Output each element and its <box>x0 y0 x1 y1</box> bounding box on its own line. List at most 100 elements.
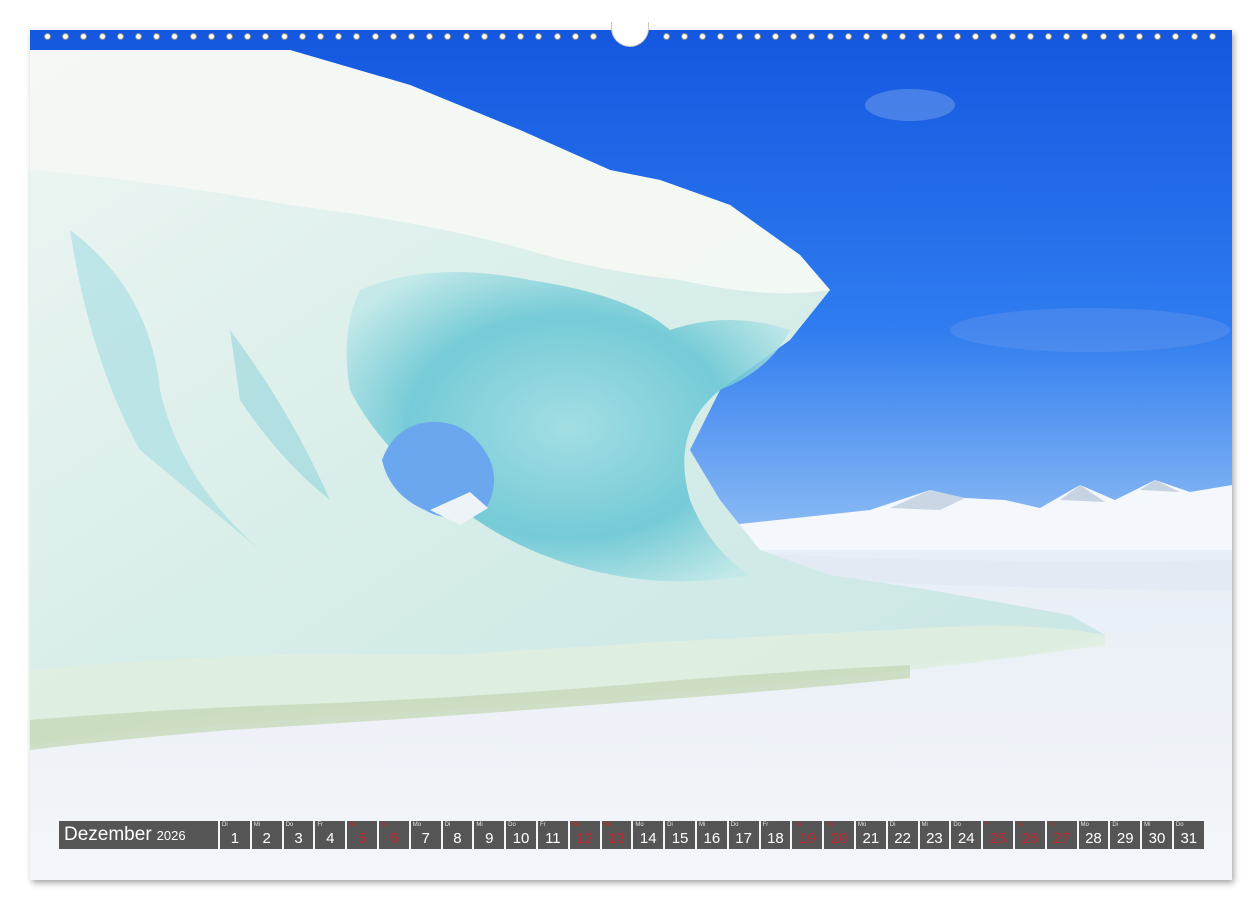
binding-hole <box>881 33 889 40</box>
weekday-label: Do <box>730 822 739 828</box>
binding-hole <box>480 33 488 40</box>
binding-hole <box>135 33 142 40</box>
day-number: 7 <box>421 830 430 847</box>
binding-hole <box>1063 33 1071 40</box>
day-cell: Fr 18 <box>760 821 791 849</box>
day-number: 13 <box>608 830 625 847</box>
day-number: 11 <box>545 830 561 847</box>
day-number: 18 <box>767 830 784 847</box>
day-cell: Mi 2 <box>251 821 282 849</box>
day-number: 10 <box>512 830 530 847</box>
binding-hole <box>1190 33 1198 40</box>
day-number: 26 <box>1021 830 1039 847</box>
day-cell: Do 31 <box>1173 821 1204 849</box>
weekday-label: So <box>603 822 611 828</box>
weekday-label: Mi <box>476 822 483 828</box>
binding-hole <box>444 33 452 40</box>
binding-hole <box>1172 33 1180 40</box>
weekday-label: Di <box>667 822 673 828</box>
day-number: 14 <box>639 830 657 847</box>
binding-hole <box>499 33 506 40</box>
binding-hole <box>590 33 597 40</box>
day-number: 3 <box>294 830 303 847</box>
weekday-label: Sa <box>794 822 802 828</box>
binding-hole <box>116 33 124 40</box>
weekday-label: Mi <box>698 822 706 828</box>
day-cell: Mi 23 <box>919 821 950 849</box>
binding-hole <box>153 33 161 40</box>
binding-hole <box>553 33 561 40</box>
day-cell: Sa 5 <box>347 821 377 849</box>
day-number: 8 <box>453 830 462 847</box>
weekday-label: Di <box>444 822 451 828</box>
binding-hole <box>1081 33 1089 40</box>
weekday-label: Mo <box>857 822 867 828</box>
day-cell: Mo 7 <box>410 821 441 849</box>
day-number: 15 <box>671 830 689 847</box>
month-name: Dezember <box>64 824 152 845</box>
day-cell: Fr 25 <box>983 821 1013 849</box>
binding-hole <box>408 33 415 40</box>
day-number: 30 <box>1148 830 1166 847</box>
day-cell: Sa 19 <box>792 821 823 849</box>
binding-hole <box>717 33 725 40</box>
day-cell: Mi 30 <box>1142 821 1172 849</box>
binding-hole <box>772 33 779 40</box>
weekday-label: Sa <box>1016 822 1025 828</box>
binding-hole <box>1136 33 1143 40</box>
weekday-label: Fr <box>539 822 546 828</box>
day-cell: Mi 16 <box>696 821 727 849</box>
day-cell: Mo 14 <box>633 821 664 849</box>
weekday-label: So <box>826 822 834 828</box>
binding-hole <box>899 33 907 40</box>
binding-hole <box>844 33 852 40</box>
binding-hole <box>681 33 688 40</box>
binding-hole <box>826 33 834 40</box>
weekday-label: Di <box>1112 822 1118 828</box>
binding-hole <box>98 33 106 40</box>
day-cell: So 27 <box>1046 821 1077 849</box>
binding-hole <box>353 33 361 40</box>
day-cell: Sa 12 <box>569 821 600 849</box>
day-number: 9 <box>485 830 494 847</box>
binding-hole <box>990 33 998 40</box>
binding-hole <box>226 33 233 40</box>
day-cell: Mo 21 <box>855 821 886 849</box>
day-cell: So 20 <box>824 821 854 849</box>
binding-hole <box>244 33 252 40</box>
binding-hole <box>917 33 925 40</box>
weekday-label: Do <box>508 822 516 828</box>
weekday-label: Fr <box>762 822 769 828</box>
weekday-label: Sa <box>349 822 357 828</box>
day-cell: So 13 <box>601 821 632 849</box>
day-number: 4 <box>326 830 335 847</box>
binding-hole <box>808 33 816 40</box>
month-strip: Dezember 2026 Di 1 Mi 2 Do 3 Fr 4 Sa 5 So 6 Mo 7 Di 8 Mi… <box>59 821 1206 849</box>
day-cell: Do 24 <box>951 821 982 849</box>
binding-hole <box>863 33 870 40</box>
day-number: 12 <box>576 830 593 847</box>
day-cell: So 6 <box>378 821 409 849</box>
weekday-label: Do <box>1175 822 1184 828</box>
day-cell: Di 29 <box>1110 821 1141 849</box>
binding-hole <box>1154 33 1162 40</box>
weekday-label: Di <box>222 822 228 828</box>
weekday-label: Do <box>953 822 961 828</box>
binding-hole <box>44 33 51 40</box>
weekday-label: Mi <box>253 822 261 828</box>
weekday-label: Di <box>889 822 896 828</box>
day-number: 6 <box>389 830 399 847</box>
day-number: 1 <box>230 830 240 847</box>
month-year: 2026 <box>156 828 186 843</box>
day-number: 2 <box>262 830 271 847</box>
day-cell: Mo 28 <box>1078 821 1109 849</box>
binding-hole <box>80 33 88 40</box>
binding-hole <box>462 33 470 40</box>
day-cell: Sa 26 <box>1014 821 1045 849</box>
day-number: 17 <box>735 830 752 847</box>
day-number: 24 <box>957 830 975 847</box>
binding-hole <box>972 33 980 40</box>
binding-hole <box>1026 33 1034 40</box>
day-number: 29 <box>1116 830 1134 847</box>
binding-hole <box>371 33 379 40</box>
